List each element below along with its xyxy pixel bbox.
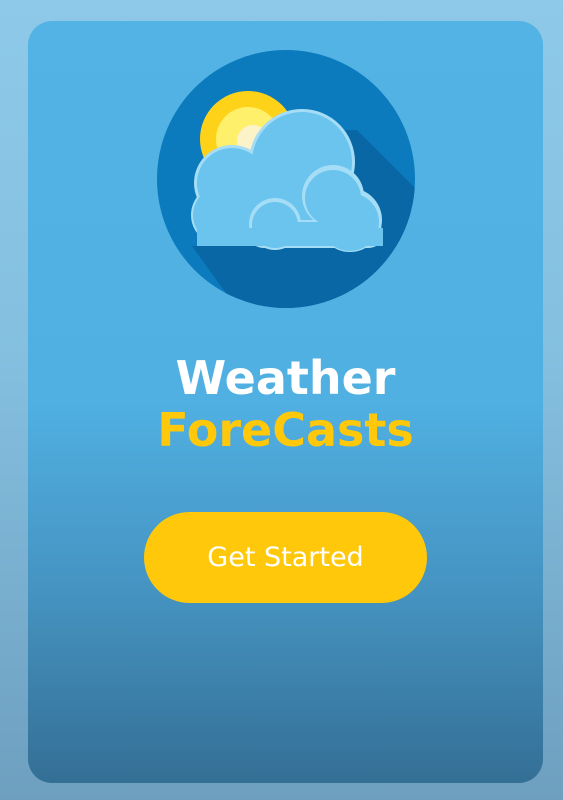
app-title: Weather ForeCasts [28,351,543,457]
splash-card: Weather ForeCasts Get Started [28,21,543,783]
sun-behind-cloud-icon [157,50,415,308]
title-line-forecasts: ForeCasts [157,402,414,457]
title-line-weather: Weather [175,351,396,405]
weather-logo [157,50,415,308]
get-started-button[interactable]: Get Started [144,512,427,603]
